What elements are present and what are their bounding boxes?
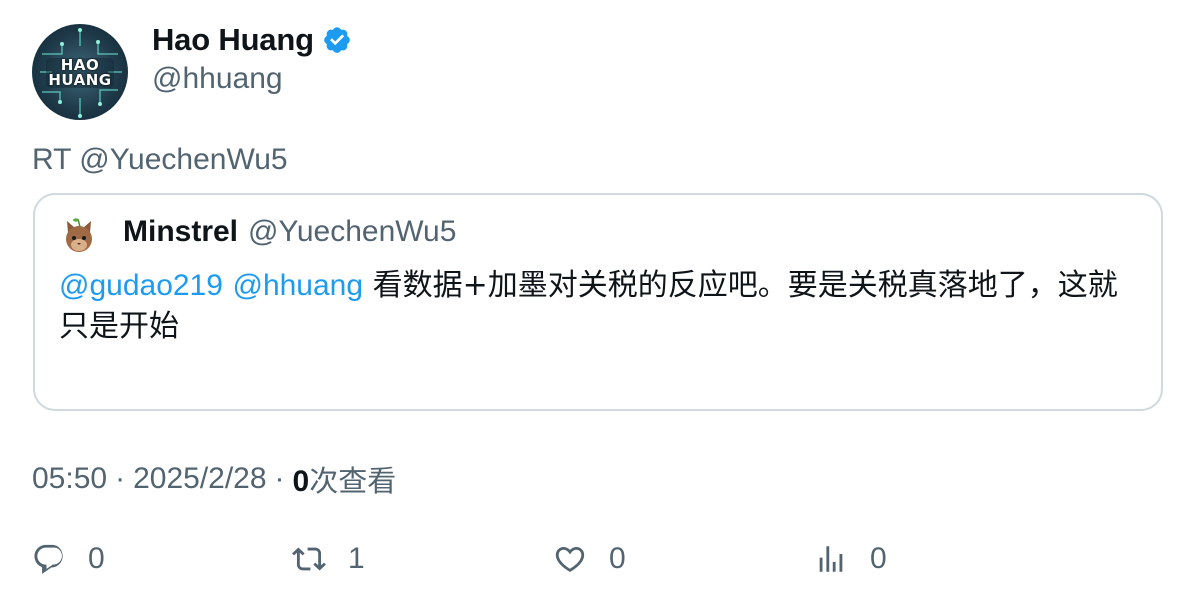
like-icon — [555, 546, 585, 572]
repost-button[interactable]: 1 — [292, 542, 365, 576]
tweet-date[interactable]: 2025/2/28 — [133, 462, 266, 496]
meta-separator: · — [274, 462, 285, 495]
tweet-time[interactable]: 05:50 — [32, 462, 107, 496]
quoted-tweet-text: @gudao219 @hhuang 看数据+加墨对关税的反应吧。要是关税真落地了… — [59, 265, 1139, 347]
views-info: 0 次查看 — [293, 458, 397, 500]
like-button[interactable]: 0 — [553, 542, 626, 576]
reply-button[interactable]: 0 — [32, 542, 105, 576]
analytics-icon — [819, 546, 843, 572]
repost-icon — [292, 547, 326, 571]
views-count: 0 — [292, 465, 310, 498]
views-label: 次查看 — [309, 464, 397, 498]
repost-count: 1 — [348, 542, 365, 575]
quoted-author-avatar[interactable] — [59, 217, 99, 257]
verified-badge-icon[interactable] — [322, 25, 352, 55]
views-action-count: 0 — [870, 542, 887, 575]
analytics-button[interactable]: 0 — [814, 542, 887, 576]
meta-separator: · — [115, 462, 126, 495]
reply-icon — [34, 544, 63, 574]
author-handle[interactable]: @hhuang — [152, 62, 283, 96]
quoted-display-name[interactable]: Minstrel — [123, 215, 238, 249]
tweet-text: RT @YuechenWu5 — [32, 143, 288, 176]
mention-link[interactable]: @gudao219 — [59, 269, 223, 302]
author-name-row: Hao Huang — [152, 22, 352, 58]
quoted-tweet-card[interactable]: Minstrel @YuechenWu5 @gudao219 @hhuang 看… — [33, 193, 1163, 411]
like-count: 0 — [609, 542, 626, 575]
mention-link[interactable]: @hhuang — [232, 269, 363, 302]
tweet-meta: 05:50 · 2025/2/28 · 0 次查看 — [32, 458, 396, 500]
action-bar: 0 1 0 0 — [0, 542, 1196, 592]
quoted-handle[interactable]: @YuechenWu5 — [248, 215, 456, 249]
quoted-author-row: Minstrel @YuechenWu5 — [123, 215, 456, 249]
cat-avatar-icon — [59, 217, 99, 257]
reply-count: 0 — [88, 542, 105, 575]
author-display-name[interactable]: Hao Huang — [152, 22, 314, 58]
author-avatar[interactable]: HAO HUANG — [32, 24, 128, 120]
avatar-text: HAO HUANG — [48, 56, 112, 89]
